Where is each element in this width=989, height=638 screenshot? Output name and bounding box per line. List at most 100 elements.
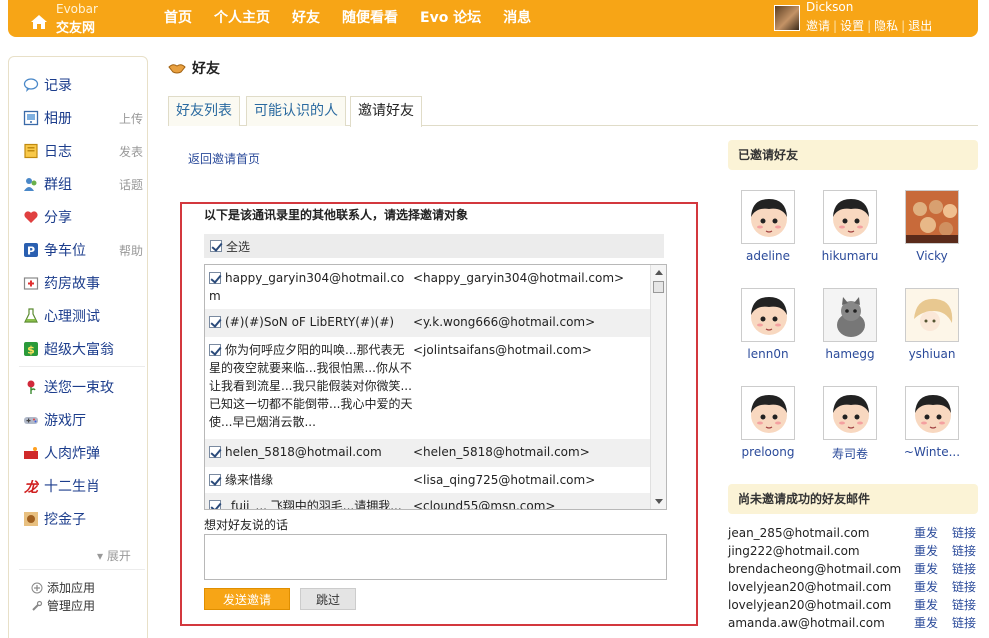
friend-photo[interactable]: [823, 288, 877, 342]
friend-name[interactable]: ~Winte...: [897, 445, 967, 459]
copy-link[interactable]: 链接: [952, 596, 976, 614]
contact-row[interactable]: (#)(#)SoN oF LibERtY(#)(#) <y.k.wong666@…: [205, 309, 651, 337]
resend-link[interactable]: 重发: [914, 596, 938, 614]
friend-card[interactable]: hikumaru: [815, 190, 885, 263]
user-name[interactable]: Dickson: [806, 0, 853, 14]
contact-checkbox[interactable]: [209, 474, 221, 486]
contact-checkbox[interactable]: [209, 500, 221, 509]
resend-link[interactable]: 重发: [914, 560, 938, 578]
sidebar-item-album[interactable]: 相册 上传: [23, 107, 143, 129]
contact-row[interactable]: 缘来惜缘 <lisa_qing725@hotmail.com>: [205, 467, 651, 493]
tab-may-know[interactable]: 可能认识的人: [246, 96, 346, 126]
nav-browse[interactable]: 随便看看: [331, 0, 409, 37]
skip-button[interactable]: 跳过: [300, 588, 356, 610]
resend-link[interactable]: 重发: [914, 578, 938, 596]
scroll-thumb[interactable]: [653, 281, 664, 293]
sidebar-item-share[interactable]: 分享: [23, 206, 143, 228]
sidebar-item-gold[interactable]: 挖金子: [23, 508, 143, 530]
settings-link[interactable]: 设置: [840, 19, 864, 33]
avatar[interactable]: [774, 5, 800, 31]
friend-name[interactable]: adeline: [733, 249, 803, 263]
contact-checkbox[interactable]: [209, 446, 221, 458]
sidebar-item-monopoly[interactable]: $ 超级大富翁: [23, 338, 143, 360]
contact-checkbox[interactable]: [209, 316, 221, 328]
resend-link[interactable]: 重发: [914, 614, 938, 632]
friend-name[interactable]: hikumaru: [815, 249, 885, 263]
friend-photo[interactable]: [905, 288, 959, 342]
friend-photo[interactable]: [823, 190, 877, 244]
nav-profile[interactable]: 个人主页: [203, 0, 281, 37]
contact-scrollbar[interactable]: [650, 265, 666, 509]
friend-name[interactable]: lenn0n: [733, 347, 803, 361]
friend-card[interactable]: lenn0n: [733, 288, 803, 361]
sidebar-item-bomb[interactable]: 人肉炸弹: [23, 442, 143, 464]
friend-name[interactable]: yshiuan: [897, 347, 967, 361]
contact-row[interactable]: happy_garyin304@hotmail.com <happy_garyi…: [205, 265, 651, 309]
friend-card[interactable]: adeline: [733, 190, 803, 263]
sidebar-item-psych-test[interactable]: 心理测试: [23, 305, 143, 327]
sidebar-item-zodiac[interactable]: 龙 十二生肖: [23, 475, 143, 497]
logout-link[interactable]: 退出: [908, 19, 932, 33]
select-all-row[interactable]: 全选: [204, 234, 664, 258]
friend-name[interactable]: 寿司卷: [815, 445, 885, 462]
sidebar-item-pharmacy[interactable]: 药房故事: [23, 272, 143, 294]
sidebar-item-records[interactable]: 记录: [23, 74, 143, 96]
contact-checkbox[interactable]: [209, 344, 221, 356]
contact-checkbox[interactable]: [209, 272, 221, 284]
nav-forum[interactable]: Evo 论坛: [409, 0, 492, 37]
friend-card[interactable]: ~Winte...: [897, 386, 967, 459]
contact-row[interactable]: 你为何呼应夕阳的叫唤...那代表无星的夜空就要来临...我很怕黑...你从不让我…: [205, 337, 651, 439]
friend-name[interactable]: hamegg: [815, 347, 885, 361]
send-invite-button[interactable]: 发送邀请: [204, 588, 290, 610]
friend-card[interactable]: preloong: [733, 386, 803, 459]
copy-link[interactable]: 链接: [952, 524, 976, 542]
friend-card[interactable]: hamegg: [815, 288, 885, 361]
back-to-invite-link[interactable]: 返回邀请首页: [188, 150, 260, 167]
copy-link[interactable]: 链接: [952, 614, 976, 632]
copy-link[interactable]: 链接: [952, 560, 976, 578]
invite-panel: 以下是该通讯录里的其他联系人，请选择邀请对象 全选 happy_garyin30…: [180, 202, 698, 626]
sidebar-item-groups[interactable]: 群组 话题: [23, 173, 143, 195]
friend-photo[interactable]: [905, 190, 959, 244]
contact-row[interactable]: helen_5818@hotmail.com <helen_5818@hotma…: [205, 439, 651, 467]
logo[interactable]: Evobar 交友网: [28, 2, 118, 36]
friend-photo[interactable]: [823, 386, 877, 440]
sidebar-item-parking[interactable]: P 争车位 帮助: [23, 239, 143, 261]
friend-card[interactable]: yshiuan: [897, 288, 967, 361]
sidebar-item-rose[interactable]: 送您一束玫: [23, 376, 143, 398]
message-textarea[interactable]: [204, 534, 667, 580]
scroll-up-icon[interactable]: [655, 270, 663, 275]
expand-button[interactable]: ▾ 展开: [97, 547, 131, 564]
pending-email-address: lovelyjean20@hotmail.com: [728, 580, 892, 594]
sidebar-item-diary[interactable]: 日志 发表: [23, 140, 143, 162]
sidebar-item-game-hall[interactable]: 游戏厅: [23, 409, 143, 431]
sidebar-divider: [19, 366, 145, 367]
friend-card[interactable]: 寿司卷: [815, 386, 885, 462]
resend-link[interactable]: 重发: [914, 524, 938, 542]
add-app-link[interactable]: 添加应用: [31, 579, 95, 596]
main-nav: 首页 个人主页 好友 随便看看 Evo 论坛 消息: [153, 0, 542, 37]
select-all-checkbox[interactable]: [210, 240, 222, 252]
friend-card[interactable]: Vicky: [897, 190, 967, 263]
nav-home[interactable]: 首页: [153, 0, 203, 37]
manage-app-link[interactable]: 管理应用: [31, 597, 95, 614]
friend-photo[interactable]: [741, 190, 795, 244]
privacy-link[interactable]: 隐私: [874, 19, 898, 33]
copy-link[interactable]: 链接: [952, 542, 976, 560]
tab-friend-list[interactable]: 好友列表: [168, 96, 240, 126]
friend-name[interactable]: Vicky: [897, 249, 967, 263]
friend-name[interactable]: preloong: [733, 445, 803, 459]
nav-friends[interactable]: 好友: [281, 0, 331, 37]
nav-messages[interactable]: 消息: [492, 0, 542, 37]
resend-link[interactable]: 重发: [914, 542, 938, 560]
friend-photo[interactable]: [741, 386, 795, 440]
photo-album-icon: [23, 110, 39, 126]
friend-photo[interactable]: [905, 386, 959, 440]
svg-text:龙: 龙: [23, 479, 39, 494]
tab-invite-friends[interactable]: 邀请好友: [350, 96, 422, 127]
invite-link[interactable]: 邀请: [806, 19, 830, 33]
copy-link[interactable]: 链接: [952, 578, 976, 596]
contact-row[interactable]: _fuji_... 飞翔中的羽毛...请拥我... <clound55@msn.…: [205, 493, 651, 509]
friend-photo[interactable]: [741, 288, 795, 342]
scroll-down-icon[interactable]: [655, 499, 663, 504]
